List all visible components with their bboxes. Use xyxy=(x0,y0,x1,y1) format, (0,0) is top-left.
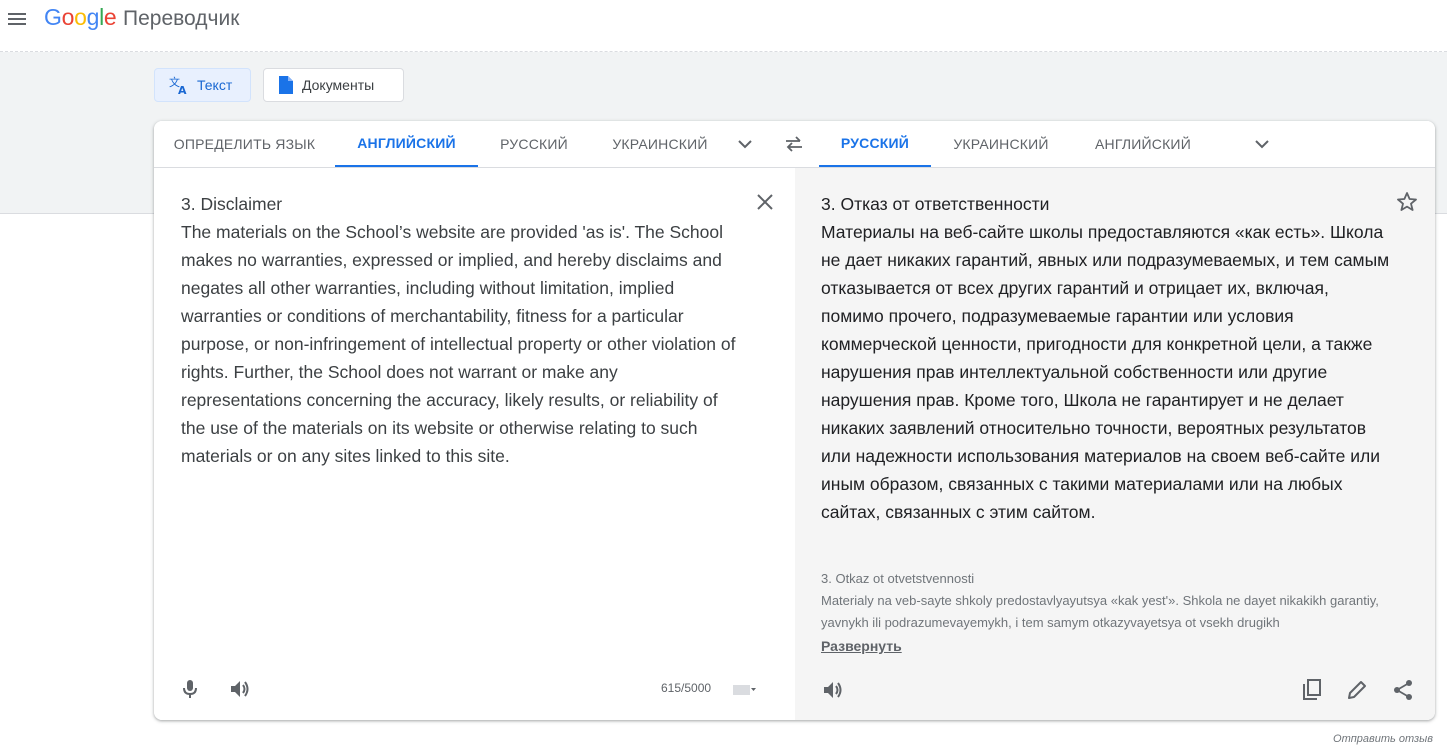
share-icon[interactable] xyxy=(1391,678,1415,702)
feedback-link[interactable]: Отправить отзыв xyxy=(1333,733,1433,745)
swap-icon[interactable] xyxy=(784,134,804,154)
language-bar: ОПРЕДЕЛИТЬ ЯЗЫК АНГЛИЙСКИЙ РУССКИЙ УКРАИ… xyxy=(154,121,1435,168)
documents-mode-label: Документы xyxy=(302,77,375,93)
document-icon xyxy=(279,76,293,94)
close-icon[interactable] xyxy=(753,190,777,214)
logo-letter: e xyxy=(103,4,117,30)
logo-letter: g xyxy=(86,4,100,30)
text-mode-label: Текст xyxy=(197,77,233,93)
transliteration-text: 3. Otkaz ot otvetstvennosti Materialy na… xyxy=(821,571,1379,630)
speaker-icon[interactable] xyxy=(821,678,845,702)
source-text-input[interactable]: 3. Disclaimer The materials on the Schoo… xyxy=(181,190,741,470)
tab-detect-language[interactable]: ОПРЕДЕЛИТЬ ЯЗЫК xyxy=(154,121,335,167)
tab-target-english[interactable]: АНГЛИЙСКИЙ xyxy=(1071,121,1215,167)
menu-icon[interactable] xyxy=(8,10,28,28)
logo-letter: G xyxy=(44,4,62,30)
logo-letter: o xyxy=(61,4,75,30)
expand-link[interactable]: Развернуть xyxy=(821,638,902,654)
character-counter: 615/5000 xyxy=(661,681,712,695)
app-name: Переводчик xyxy=(123,7,240,30)
top-bar: Google Переводчик xyxy=(0,0,1447,52)
translation-card: ОПРЕДЕЛИТЬ ЯЗЫК АНГЛИЙСКИЙ РУССКИЙ УКРАИ… xyxy=(154,121,1435,720)
keyboard-icon[interactable] xyxy=(732,678,756,702)
translated-text: 3. Отказ от ответственности Материалы на… xyxy=(821,194,1390,522)
tab-source-english[interactable]: АНГЛИЙСКИЙ xyxy=(335,121,478,167)
copy-icon[interactable] xyxy=(1300,678,1324,702)
text-mode-button[interactable]: 文 A Текст xyxy=(154,68,251,102)
target-pane: 3. Отказ от ответственности Материалы на… xyxy=(795,168,1435,720)
translate-icon: 文 A xyxy=(169,75,187,95)
logo-letter: o xyxy=(74,4,87,30)
speaker-icon[interactable] xyxy=(228,677,252,701)
star-icon[interactable] xyxy=(1395,190,1419,214)
svg-text:A: A xyxy=(178,84,187,95)
source-pane: 3. Disclaimer The materials on the Schoo… xyxy=(154,168,795,720)
tab-source-russian[interactable]: РУССКИЙ xyxy=(478,121,590,167)
chevron-down-icon[interactable] xyxy=(735,134,755,154)
microphone-icon[interactable] xyxy=(178,677,202,701)
tab-target-russian[interactable]: РУССКИЙ xyxy=(819,121,931,167)
chevron-down-icon[interactable] xyxy=(1252,134,1272,154)
google-logo[interactable]: Google xyxy=(44,4,117,31)
tab-source-ukrainian[interactable]: УКРАИНСКИЙ xyxy=(590,121,730,167)
documents-mode-button[interactable]: Документы xyxy=(263,68,404,102)
pencil-icon[interactable] xyxy=(1345,678,1369,702)
tab-target-ukrainian[interactable]: УКРАИНСКИЙ xyxy=(931,121,1071,167)
